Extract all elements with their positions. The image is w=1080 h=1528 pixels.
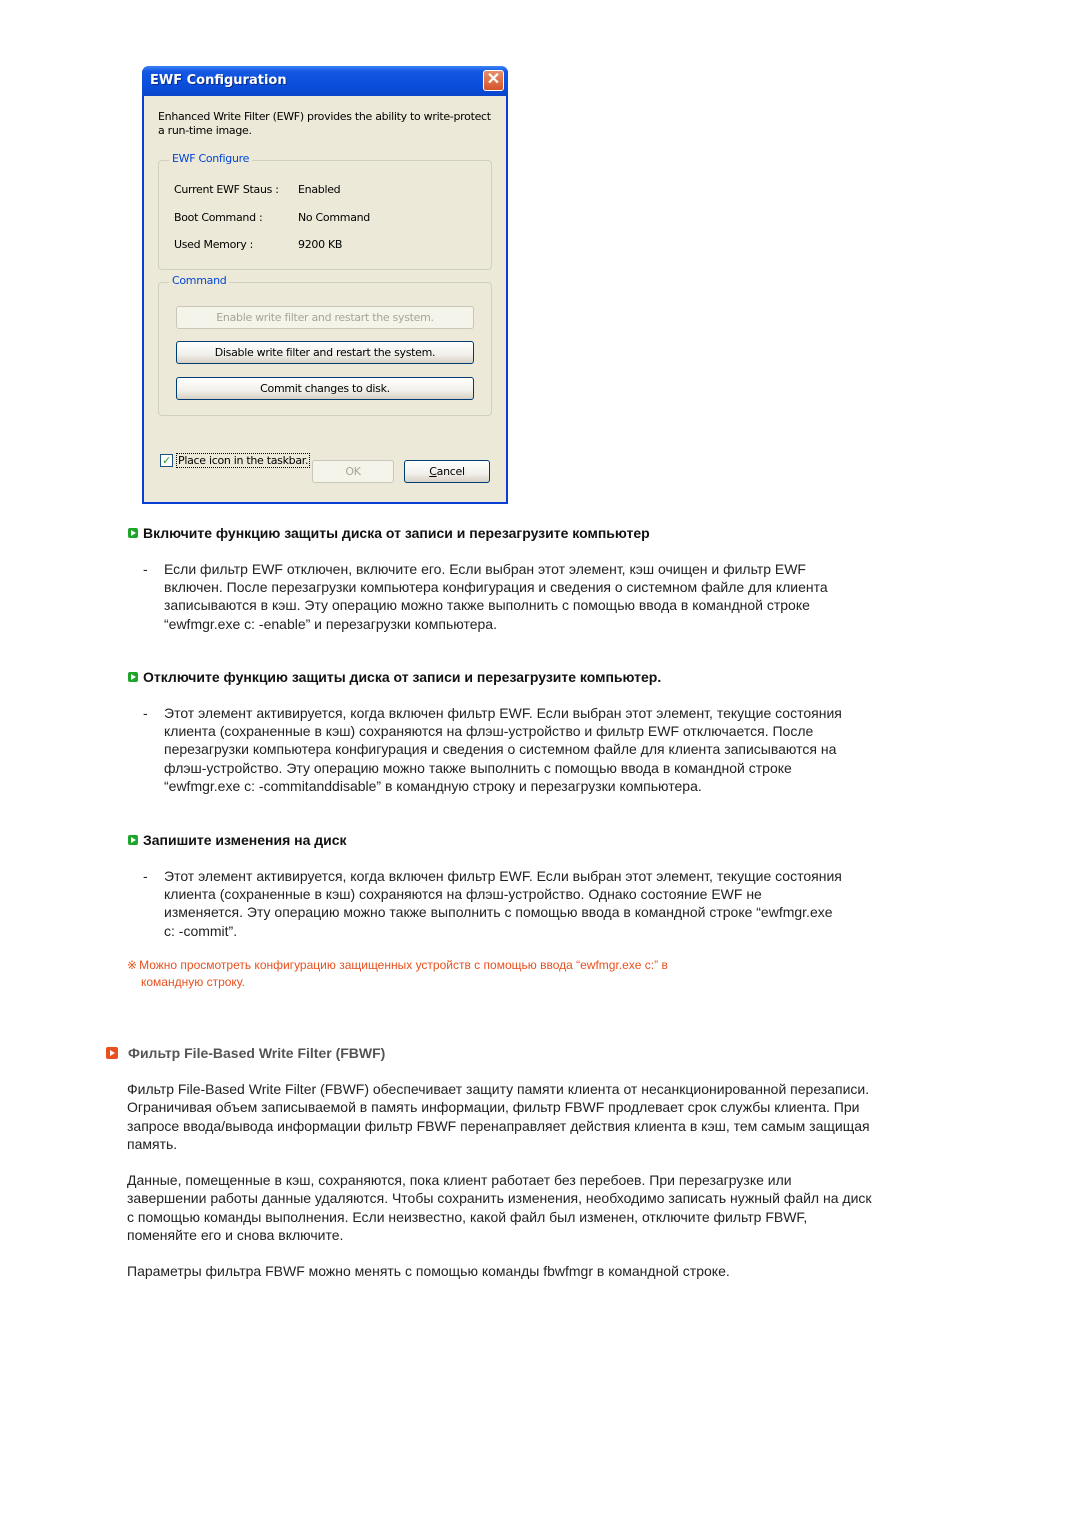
- section-heading-enable: Включите функцию защиты диска от записи …: [128, 525, 650, 541]
- cancel-button[interactable]: Cancel: [404, 460, 490, 483]
- section-heading-text: Отключите функцию защиты диска от записи…: [143, 669, 662, 685]
- boot-command-value: No Command: [298, 211, 370, 224]
- section-body-disable: - Этот элемент активируется, когда включ…: [143, 704, 843, 795]
- used-memory-value: 9200 KB: [298, 238, 343, 251]
- status-label: Current EWF Staus :: [174, 183, 279, 196]
- dialog-title: EWF Configuration: [150, 73, 287, 88]
- fbwf-heading: Фильтр File-Based Write Filter (FBWF): [106, 1045, 385, 1061]
- boot-command-label: Boot Command :: [174, 211, 263, 224]
- green-bullet-icon: [128, 528, 138, 538]
- group-legend: EWF Configure: [169, 152, 253, 165]
- cancel-mnemonic: C: [429, 465, 437, 478]
- dialog-description: Enhanced Write Filter (EWF) provides the…: [158, 110, 491, 137]
- fbwf-paragraph-1: Фильтр File-Based Write Filter (FBWF) об…: [127, 1081, 870, 1152]
- command-group: Command Enable write filter and restart …: [158, 274, 492, 416]
- ok-button[interactable]: OK: [312, 460, 394, 483]
- note-line-2: командную строку.: [141, 975, 245, 989]
- fbwf-heading-text: Фильтр File-Based Write Filter (FBWF): [128, 1045, 386, 1061]
- close-icon[interactable]: ✕: [483, 70, 504, 91]
- dash-marker: -: [143, 868, 148, 884]
- note-mark-icon: ※: [127, 958, 138, 972]
- note: ※ Можно просмотреть конфигурацию защищенн…: [127, 957, 827, 991]
- dialog-title-bar[interactable]: EWF Configuration ✕: [142, 66, 508, 96]
- used-memory-row: Used Memory : 9200 KB: [174, 238, 342, 251]
- fbwf-paragraph-2: Данные, помещенные в кэш, сохраняются, п…: [127, 1172, 872, 1243]
- taskbar-checkbox-row[interactable]: ✓ Place icon in the taskbar.: [160, 453, 311, 468]
- group-legend: Command: [169, 274, 230, 287]
- dash-marker: -: [143, 705, 148, 721]
- cancel-label: ancel: [436, 465, 465, 478]
- section-heading-text: Включите функцию защиты диска от записи …: [143, 525, 650, 541]
- taskbar-checkbox-label[interactable]: Place icon in the taskbar.: [176, 453, 311, 468]
- boot-command-row: Boot Command : No Command: [174, 211, 370, 224]
- disable-write-filter-button[interactable]: Disable write filter and restart the sys…: [176, 341, 474, 364]
- ewf-configuration-dialog: EWF Configuration ✕ Enhanced Write Filte…: [142, 66, 508, 504]
- orange-bullet-icon: [106, 1047, 118, 1059]
- section-body-commit: - Этот элемент активируется, когда включ…: [143, 867, 843, 940]
- fbwf-paragraph-3: Параметры фильтра FBWF можно менять с по…: [127, 1263, 730, 1279]
- section-body-text: Этот элемент активируется, когда включен…: [164, 868, 842, 939]
- green-bullet-icon: [128, 672, 138, 682]
- taskbar-checkbox[interactable]: ✓: [160, 454, 173, 467]
- section-body-text: Если фильтр EWF отключен, включите его. …: [164, 561, 828, 632]
- section-body-enable: - Если фильтр EWF отключен, включите его…: [143, 560, 843, 633]
- section-body-text: Этот элемент активируется, когда включен…: [164, 705, 842, 794]
- commit-changes-button[interactable]: Commit changes to disk.: [176, 377, 474, 400]
- note-line-1: Можно просмотреть конфигурацию защищенны…: [139, 958, 668, 972]
- ewf-configure-group: EWF Configure Current EWF Staus : Enabled…: [158, 152, 492, 270]
- status-row: Current EWF Staus : Enabled: [174, 183, 341, 196]
- enable-write-filter-button[interactable]: Enable write filter and restart the syst…: [176, 306, 474, 329]
- used-memory-label: Used Memory :: [174, 238, 254, 251]
- green-bullet-icon: [128, 835, 138, 845]
- section-heading-text: Запишите изменения на диск: [143, 832, 347, 848]
- dialog-body: Enhanced Write Filter (EWF) provides the…: [144, 96, 506, 502]
- dash-marker: -: [143, 561, 148, 577]
- section-heading-disable: Отключите функцию защиты диска от записи…: [128, 669, 661, 685]
- section-heading-commit: Запишите изменения на диск: [128, 832, 347, 848]
- status-value: Enabled: [298, 183, 341, 196]
